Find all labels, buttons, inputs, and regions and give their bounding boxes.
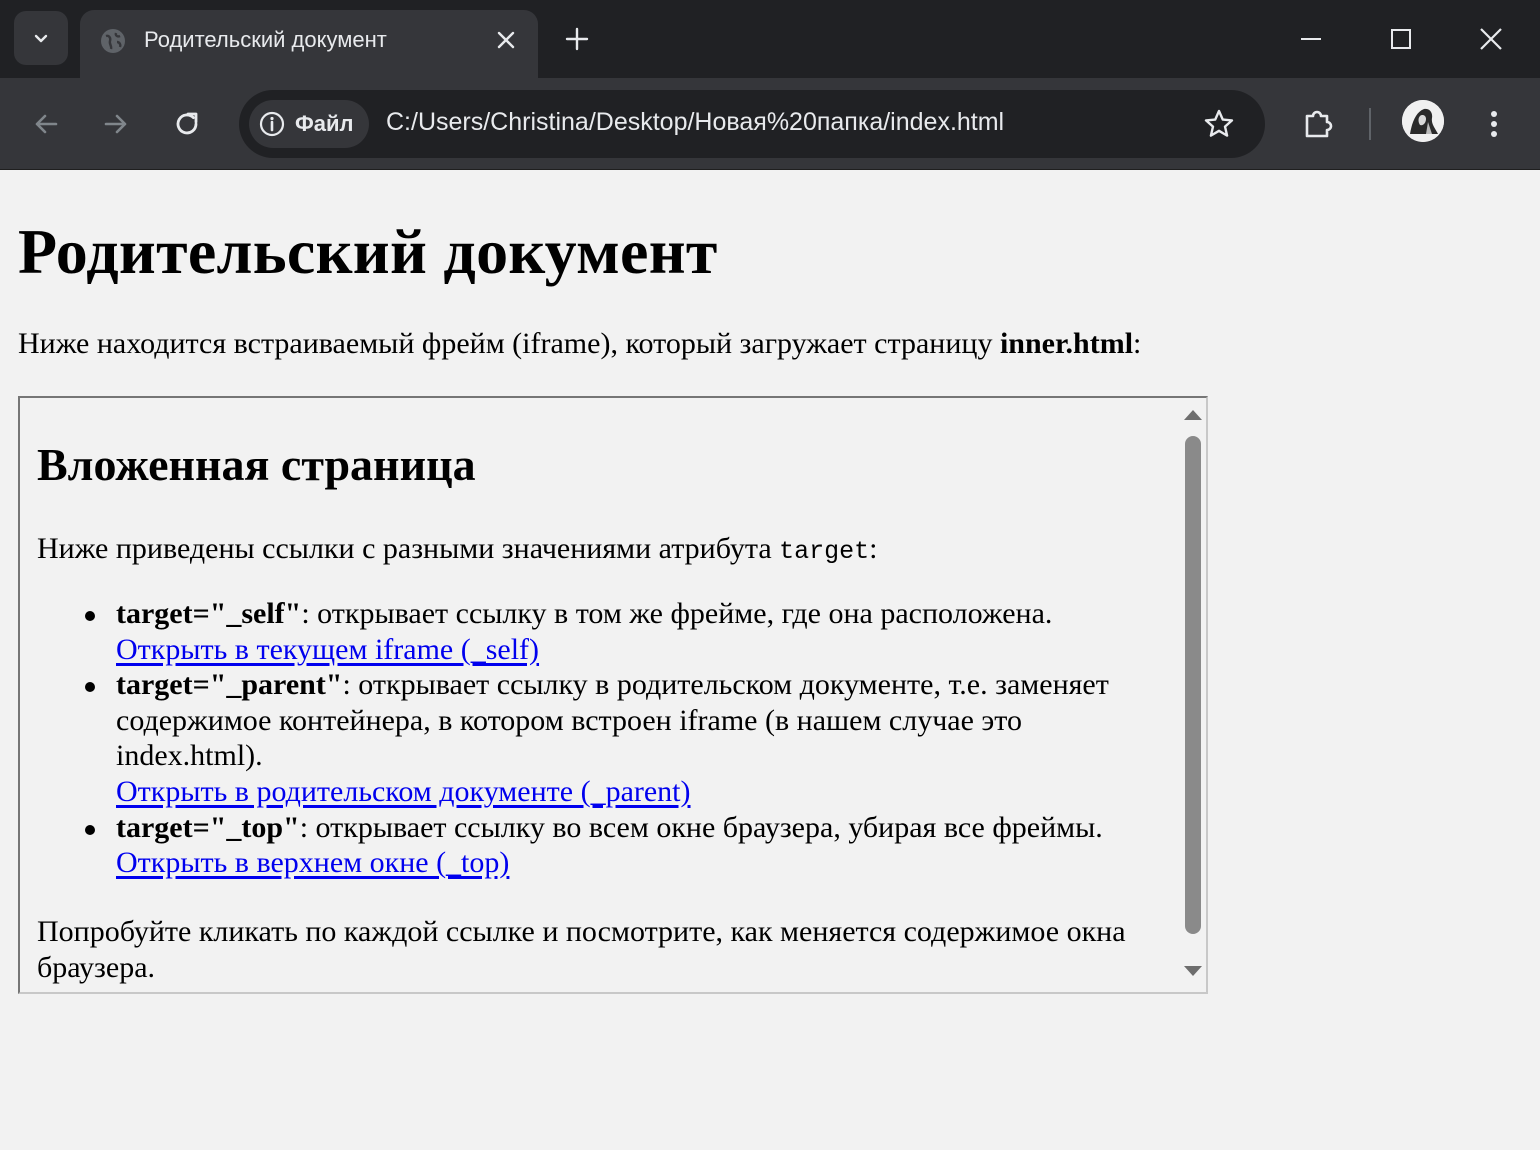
star-icon bbox=[1204, 109, 1234, 137]
close-window-button[interactable] bbox=[1461, 14, 1521, 64]
scroll-up-arrow-icon[interactable] bbox=[1184, 410, 1202, 420]
description-text: Ниже приведены ссылки с разными значения… bbox=[37, 532, 780, 565]
list-item-top: target="_top": открывает ссылку во всем … bbox=[85, 810, 1176, 881]
link-parent[interactable]: Открыть в родительском документе (_paren… bbox=[116, 775, 691, 808]
new-tab-button[interactable] bbox=[558, 22, 596, 56]
minimize-icon bbox=[1301, 38, 1321, 40]
intro-end: : bbox=[1133, 327, 1142, 360]
item-attribute: target="_parent" bbox=[116, 668, 343, 702]
maximize-icon bbox=[1391, 29, 1411, 49]
list-item-parent: target="_parent": открывает ссылку в род… bbox=[85, 667, 1176, 809]
extensions-button[interactable] bbox=[1294, 100, 1342, 148]
embedded-iframe[interactable]: Вложенная страница Ниже приведены ссылки… bbox=[18, 396, 1208, 994]
description-code: target bbox=[779, 537, 870, 566]
iframe-heading: Вложенная страница bbox=[37, 439, 476, 490]
info-icon bbox=[259, 111, 285, 137]
close-tab-button[interactable] bbox=[492, 26, 520, 54]
back-button[interactable] bbox=[22, 100, 70, 148]
globe-icon bbox=[101, 29, 125, 53]
arrow-right-icon bbox=[104, 114, 127, 134]
active-tab[interactable]: Родительский документ bbox=[80, 10, 538, 78]
minimize-button[interactable] bbox=[1281, 14, 1341, 64]
reload-icon bbox=[176, 112, 198, 135]
puzzle-icon bbox=[1305, 110, 1333, 138]
link-top[interactable]: Открыть в верхнем окне (_top) bbox=[116, 846, 509, 879]
maximize-button[interactable] bbox=[1371, 14, 1431, 64]
bullet-icon bbox=[85, 824, 95, 835]
iframe-footer-text: Попробуйте кликать по каждой ссылке и по… bbox=[37, 915, 1126, 984]
forward-button[interactable] bbox=[92, 100, 140, 148]
bullet-icon bbox=[85, 611, 95, 621]
description-end: : bbox=[869, 532, 878, 565]
more-vertical-icon bbox=[1491, 111, 1497, 137]
chevron-down-icon bbox=[34, 34, 48, 43]
bookmark-button[interactable] bbox=[1201, 106, 1237, 142]
iframe-scrollbar[interactable] bbox=[1180, 398, 1206, 992]
address-bar[interactable]: Файл C:/Users/Christina/Desktop/Новая%20… bbox=[239, 90, 1265, 158]
item-description: : открывает ссылку в том же фрейме, где … bbox=[301, 597, 1053, 630]
scrollbar-thumb[interactable] bbox=[1185, 436, 1201, 934]
intro-paragraph: Ниже находится встраиваемый фрейм (ifram… bbox=[18, 327, 1141, 361]
toolbar-divider bbox=[1369, 108, 1371, 140]
scroll-down-arrow-icon[interactable] bbox=[1184, 966, 1202, 976]
intro-text: Ниже находится встраиваемый фрейм (ifram… bbox=[18, 327, 1000, 360]
item-description: : открывает ссылку во всем окне браузера… bbox=[299, 810, 1103, 844]
page-title: Родительский документ bbox=[18, 216, 718, 287]
toolbar: Файл C:/Users/Christina/Desktop/Новая%20… bbox=[0, 78, 1540, 170]
tab-search-button[interactable] bbox=[14, 11, 68, 65]
profile-avatar[interactable] bbox=[1402, 100, 1444, 142]
link-self[interactable]: Открыть в текущем iframe (_self) bbox=[116, 633, 539, 666]
item-attribute: target="_top" bbox=[116, 810, 300, 844]
plus-icon bbox=[565, 27, 589, 51]
target-list: target="_self": открывает ссылку в том ж… bbox=[85, 596, 1176, 881]
reload-button[interactable] bbox=[163, 100, 211, 148]
intro-filename: inner.html bbox=[999, 327, 1134, 360]
arrow-left-icon bbox=[35, 114, 58, 134]
site-chip-label: Файл bbox=[295, 111, 354, 136]
close-icon bbox=[497, 31, 515, 49]
page-content: Родительский документ Ниже находится вст… bbox=[0, 171, 1540, 1150]
profile-picture-icon bbox=[1402, 100, 1444, 142]
site-info-chip[interactable]: Файл bbox=[249, 100, 369, 148]
bullet-icon bbox=[85, 682, 95, 693]
list-item-self: target="_self": открывает ссылку в том ж… bbox=[85, 596, 1176, 667]
close-icon bbox=[1480, 28, 1502, 50]
url-text[interactable]: C:/Users/Christina/Desktop/Новая%20папка… bbox=[386, 108, 1004, 137]
menu-button[interactable] bbox=[1470, 100, 1518, 148]
iframe-description: Ниже приведены ссылки с разными значения… bbox=[37, 532, 878, 566]
tab-title: Родительский документ bbox=[144, 27, 387, 52]
tab-strip: Родительский документ bbox=[0, 0, 1540, 78]
item-attribute: target="_self" bbox=[116, 597, 302, 630]
